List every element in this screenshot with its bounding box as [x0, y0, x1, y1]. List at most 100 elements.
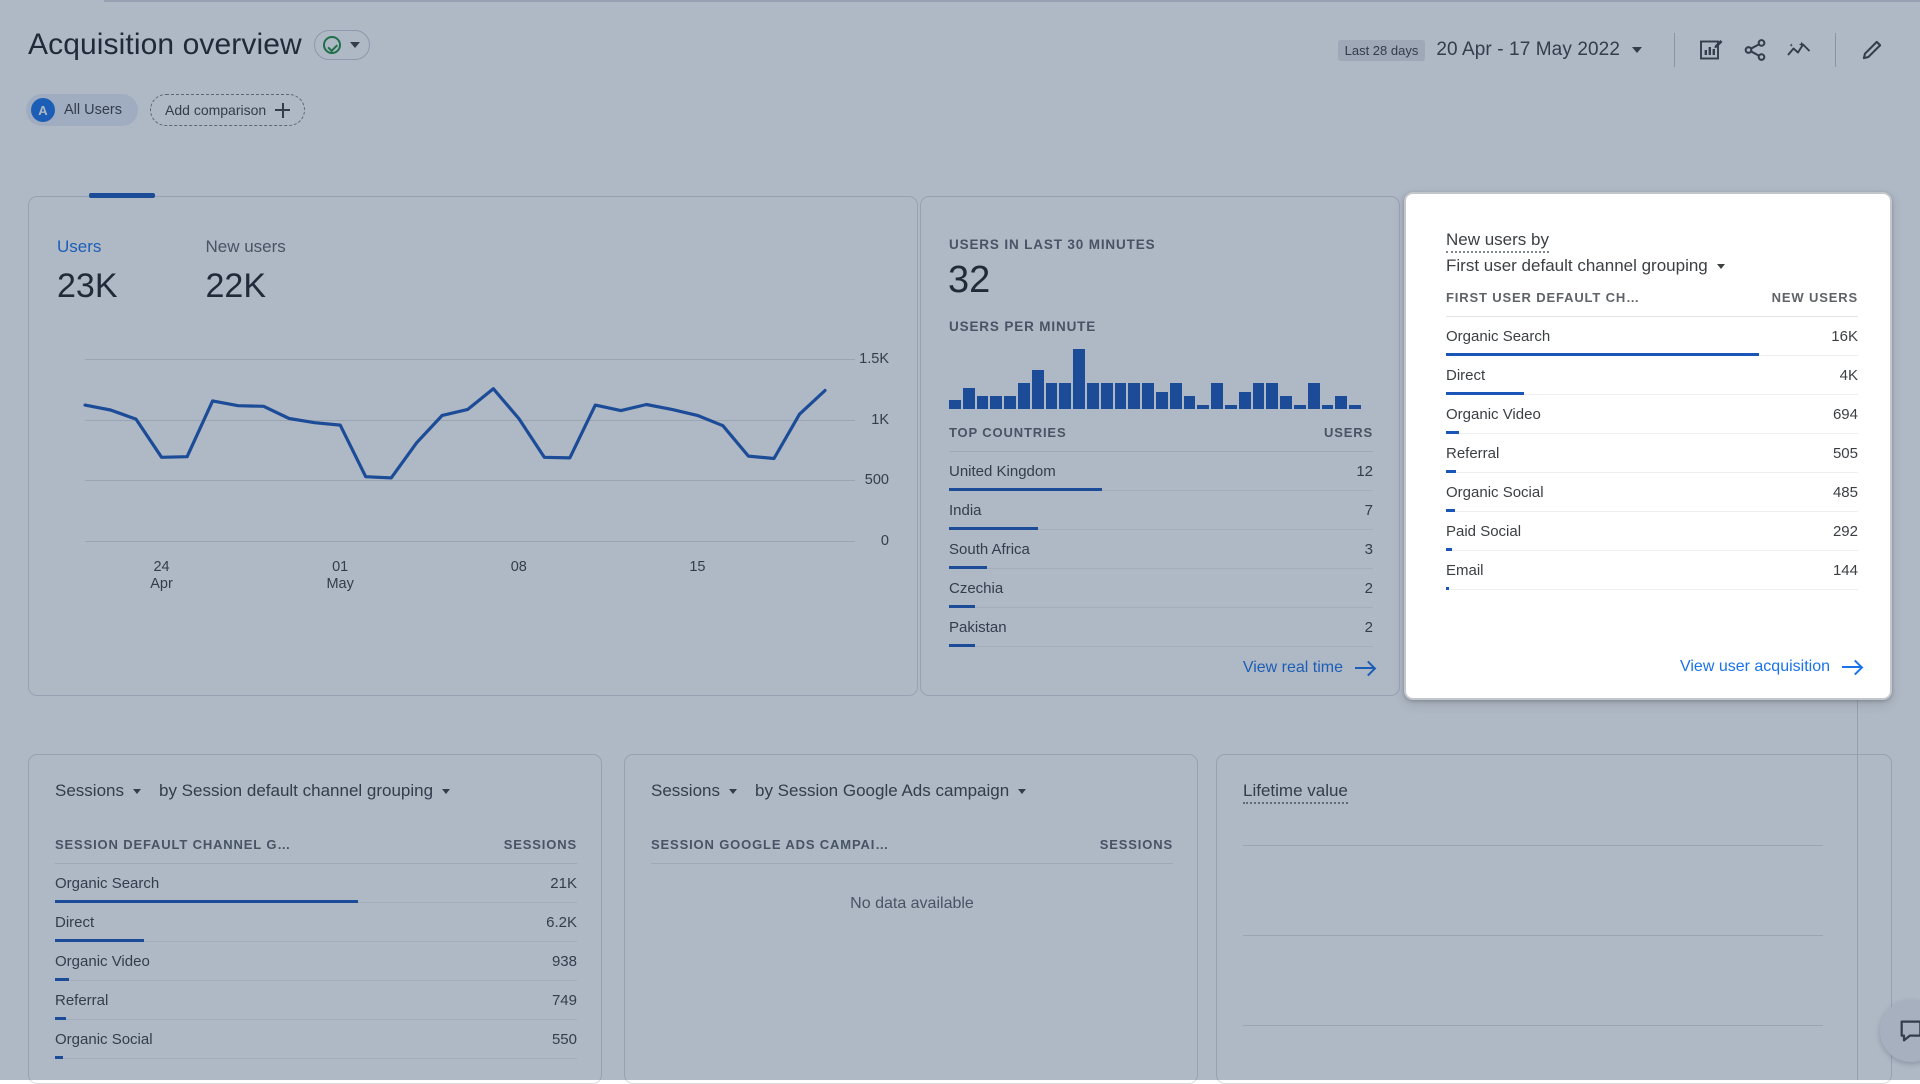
- spark-bar: [1211, 383, 1223, 409]
- comparison-chips-row: A All Users Add comparison: [26, 94, 305, 126]
- table-row[interactable]: Organic Search21K: [55, 864, 577, 903]
- spark-bar: [990, 396, 1002, 409]
- sessions-dimension-label: by Session default channel grouping: [159, 781, 433, 801]
- table-header-name: SESSION GOOGLE ADS CAMPAI…: [651, 837, 889, 852]
- report-status-chip[interactable]: [314, 30, 370, 60]
- date-preset-badge: Last 28 days: [1338, 40, 1426, 61]
- date-range-selector[interactable]: 20 Apr - 17 May 2022: [1436, 39, 1620, 61]
- table-row[interactable]: Organic Video938: [55, 942, 577, 981]
- table-row-name: Organic Social: [1446, 484, 1544, 501]
- spark-bar: [1294, 405, 1306, 409]
- dimension-selector[interactable]: First user default channel grouping: [1446, 256, 1725, 276]
- table-row-value: 12: [1356, 463, 1373, 480]
- table-row[interactable]: Email144: [1446, 551, 1858, 590]
- view-real-time-link[interactable]: View real time: [1243, 659, 1375, 677]
- table-row-name: India: [949, 502, 982, 519]
- new-users-by-channel-card[interactable]: New users by First user default channel …: [1404, 192, 1892, 700]
- toolbar-divider: [1835, 33, 1836, 67]
- table-row[interactable]: Direct6.2K: [55, 903, 577, 942]
- spark-bar: [1322, 405, 1334, 409]
- chevron-down-icon: [1018, 789, 1026, 794]
- table-header-value: SESSIONS: [504, 837, 577, 852]
- insights-report-icon[interactable]: [1689, 28, 1733, 72]
- table-row[interactable]: Referral749: [55, 981, 577, 1020]
- spark-bar: [1046, 383, 1058, 409]
- spark-bar: [963, 388, 975, 409]
- chip-all-users[interactable]: A All Users: [26, 94, 138, 126]
- table-row[interactable]: India7: [949, 491, 1373, 530]
- table-row-bar: [949, 644, 975, 647]
- analytics-intelligence-icon[interactable]: [1777, 28, 1821, 72]
- table-row[interactable]: Organic Social550: [55, 1020, 577, 1059]
- view-user-acquisition-link[interactable]: View user acquisition: [1680, 658, 1862, 676]
- table-row-bar: [55, 1056, 63, 1059]
- table-row-name: Organic Video: [55, 953, 150, 970]
- table-row[interactable]: Pakistan2: [949, 608, 1373, 647]
- lifetime-value-label: Lifetime value: [1243, 781, 1348, 804]
- spark-bar: [1335, 396, 1347, 409]
- tab-users[interactable]: Users 23K: [57, 237, 118, 306]
- add-comparison-button[interactable]: Add comparison: [150, 94, 305, 126]
- lifetime-value-title[interactable]: Lifetime value: [1243, 781, 1348, 801]
- table-row[interactable]: South Africa3: [949, 530, 1373, 569]
- ads-metric-label: Sessions: [651, 781, 720, 801]
- table-row-value: 3: [1365, 541, 1373, 558]
- page-header: Acquisition overview A All Users Add com…: [0, 2, 1920, 80]
- plus-icon: [275, 103, 290, 118]
- spark-bar: [1128, 383, 1140, 409]
- spark-bar: [977, 396, 989, 409]
- chevron-down-icon: [442, 789, 450, 794]
- view-real-time-label: View real time: [1243, 659, 1343, 677]
- header-toolbar: Last 28 days 20 Apr - 17 May 2022: [1338, 28, 1894, 72]
- spark-bar: [1349, 405, 1361, 409]
- x-axis-tick: 24Apr: [150, 559, 173, 593]
- spark-bar: [1280, 396, 1292, 409]
- avatar: A: [31, 98, 55, 122]
- chevron-down-icon: [729, 789, 737, 794]
- sessions-ads-table: SESSION GOOGLE ADS CAMPAI…SESSIONS: [651, 837, 1173, 864]
- spark-bar: [1087, 383, 1099, 409]
- ads-metric-selector[interactable]: Sessions by Session Google Ads campaign: [651, 781, 1026, 801]
- table-row-name: Referral: [1446, 445, 1499, 462]
- spark-bar: [949, 400, 961, 409]
- table-header-value: USERS: [1324, 425, 1373, 440]
- table-header-value: NEW USERS: [1772, 290, 1858, 305]
- table-row[interactable]: Organic Search16K: [1446, 317, 1858, 356]
- add-comparison-label: Add comparison: [165, 102, 266, 118]
- table-row[interactable]: Direct4K: [1446, 356, 1858, 395]
- table-header-name: FIRST USER DEFAULT CH…: [1446, 290, 1640, 305]
- ads-dimension-label: by Session Google Ads campaign: [755, 781, 1009, 801]
- table-row[interactable]: Organic Social 485: [1446, 473, 1858, 512]
- arrow-right-icon: [1842, 660, 1862, 674]
- arrow-right-icon: [1355, 661, 1375, 675]
- table-row-value: 485: [1833, 484, 1858, 501]
- table-row[interactable]: Organic Video694: [1446, 395, 1858, 434]
- table-row[interactable]: Referral505: [1446, 434, 1858, 473]
- sessions-metric-label: Sessions: [55, 781, 124, 801]
- table-row-value: 16K: [1831, 328, 1858, 345]
- edit-pencil-icon[interactable]: [1850, 28, 1894, 72]
- tab-new-users[interactable]: New users 22K: [206, 237, 286, 306]
- spark-bar: [1059, 383, 1071, 409]
- spark-bar: [1073, 349, 1085, 409]
- spark-bar: [1115, 383, 1127, 409]
- share-icon[interactable]: [1733, 28, 1777, 72]
- spark-bar: [1253, 383, 1265, 409]
- lifetime-value-card: Lifetime value: [1216, 754, 1892, 1084]
- users-line-chart[interactable]: 05001K1.5K24Apr01May0815: [55, 347, 891, 597]
- table-row[interactable]: Paid Social292: [1446, 512, 1858, 551]
- realtime-card: USERS IN LAST 30 MINUTES 32 USERS PER MI…: [920, 196, 1400, 696]
- table-row-value: 144: [1833, 562, 1858, 579]
- table-row-bar: [1446, 587, 1449, 590]
- table-row[interactable]: United Kingdom12: [949, 452, 1373, 491]
- x-axis-tick: 08: [511, 559, 527, 576]
- table-row[interactable]: Czechia2: [949, 569, 1373, 608]
- spark-bar: [1197, 405, 1209, 409]
- chevron-down-icon[interactable]: [1632, 47, 1642, 53]
- table-row-name: Paid Social: [1446, 523, 1521, 540]
- spark-bar: [1142, 383, 1154, 409]
- users-per-minute-sparkline[interactable]: [949, 347, 1361, 409]
- table-row-name: Direct: [1446, 367, 1485, 384]
- spark-bar: [1032, 370, 1044, 409]
- sessions-metric-selector[interactable]: Sessions by Session default channel grou…: [55, 781, 450, 801]
